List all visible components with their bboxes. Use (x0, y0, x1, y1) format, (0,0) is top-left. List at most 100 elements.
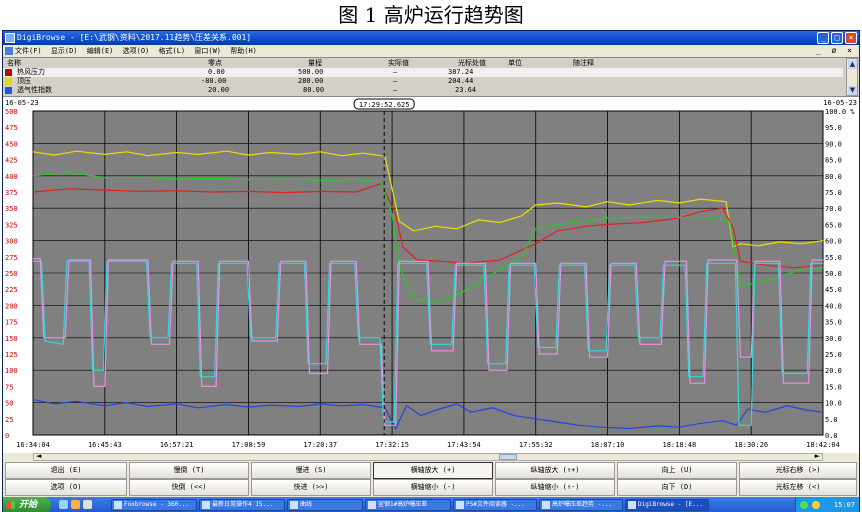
x-tick-label: 18:07:10 (591, 441, 625, 449)
exit-button[interactable]: 退出 (E) (5, 462, 127, 479)
network-icon[interactable] (800, 501, 808, 509)
legend-row[interactable]: 热风压力 0.00 500.00 — 387.24 (3, 68, 843, 77)
taskbar-item[interactable]: PS#文件阅读器 -... (453, 499, 537, 511)
legend-header-name: 名称 (7, 59, 21, 67)
menu-window[interactable]: 窗口(W) (194, 47, 221, 55)
app-icon (628, 501, 636, 509)
taskbar-item-label: 宣钢1#高炉曝压差 (378, 501, 428, 508)
menu-file[interactable]: 文件(F) (15, 47, 42, 55)
y-left-tick-label: 375 (5, 189, 18, 197)
taskbar-item[interactable]: 高炉曝压差趋势 -... (539, 499, 623, 511)
x-tick-label: 16:34:04 (16, 441, 50, 449)
menu-help[interactable]: 帮助(H) (230, 47, 257, 55)
cursor-right-button[interactable]: 光标右移 (>) (739, 462, 857, 479)
y-right-tick-label: 10.0 (825, 400, 842, 408)
taskbar-item[interactable]: 曲线 (287, 499, 363, 511)
scroll-thumb[interactable] (499, 454, 517, 460)
zoom-y-in-button[interactable]: 纵轴放大 (↑+) (495, 462, 615, 479)
taskbar-item[interactable]: Foxbrowse - 360... (111, 499, 197, 511)
legend-header-actual: 实际值 (388, 59, 409, 67)
y-left-tick-label: 225 (5, 286, 18, 294)
move-down-button[interactable]: 向下 (D) (617, 479, 737, 496)
menu-bar: 文件(F) 显示(D) 编辑(E) 选项(O) 格式(L) 窗口(W) 帮助(H… (3, 45, 859, 57)
document-icon (5, 47, 13, 55)
end-date-label: 16-05-23 (823, 99, 857, 107)
y-left-tick-label: 400 (5, 173, 18, 181)
app-icon (542, 501, 550, 509)
legend-panel: 名称 零点 量程 实际值 光标处值 单位 随注释 热风压力 0.00 500.0… (3, 57, 859, 97)
y-right-tick-label: 95.0 (825, 124, 842, 132)
cursor-left-button[interactable]: 光标左移 (<) (739, 479, 857, 496)
app-window: DigiBrowse - [E:\武钢\资料\2017.11趋势\压差关系.00… (2, 30, 860, 512)
x-tick-label: 17:08:59 (232, 441, 266, 449)
legend-zero: -80.00 (201, 77, 227, 85)
start-label: 开始 (19, 500, 38, 510)
clock: 15:07 (833, 501, 855, 509)
taskbar-item-label: Foxbrowse - 360... (124, 501, 190, 508)
maximize-button[interactable]: □ (831, 32, 843, 44)
move-up-button[interactable]: 向上 (U) (617, 462, 737, 479)
legend-zero: 20.00 (208, 86, 230, 94)
y-left-tick-label: 50 (5, 400, 13, 408)
minimize-button[interactable]: _ (817, 32, 829, 44)
show-desktop-icon[interactable] (59, 500, 68, 509)
menu-options[interactable]: 选项(O) (123, 47, 150, 55)
menu-format[interactable]: 格式(L) (159, 47, 186, 55)
options-button[interactable]: 选项 (O) (5, 479, 127, 496)
title-bar[interactable]: DigiBrowse - [E:\武钢\资料\2017.11趋势\压差关系.00… (3, 31, 859, 45)
x-tick-label: 17:32:15 (375, 441, 409, 449)
start-date-label: 16-05-23 (5, 99, 39, 107)
time-scrollbar[interactable]: ◄ ► (33, 452, 823, 461)
y-right-tick-label: 30.0 (825, 335, 842, 343)
y-left-tick-label: 350 (5, 205, 18, 213)
legend-header-unit: 单位 (508, 59, 522, 67)
trend-chart[interactable]: 16-05-23 16-05-23 16:34:04 16:45:43 16:57:21… (3, 97, 859, 453)
menu-edit[interactable]: 编辑(E) (87, 47, 114, 55)
explorer-quicklaunch-icon[interactable] (83, 500, 92, 509)
legend-row[interactable]: 透气性指数 20.00 80.00 — 23.64 (3, 86, 843, 95)
x-tick-label: 16:45:43 (88, 441, 122, 449)
zoom-x-out-button[interactable]: 横轴缩小 (-) (373, 479, 493, 496)
legend-span: 280.00 (298, 77, 324, 85)
y-left-tick-label: 125 (5, 351, 18, 359)
x-tick-label: 18:30:26 (734, 441, 768, 449)
legend-scrollbar[interactable]: ▲ ▼ (846, 58, 858, 96)
scroll-down-icon[interactable]: ▼ (848, 86, 857, 95)
legend-actual: — (393, 68, 398, 76)
y-right-tick-label: 80.0 (825, 173, 842, 181)
scroll-left-icon[interactable]: ◄ (36, 452, 41, 460)
taskbar: 开始 Foxbrowse - 360... 最新日常操作4 15... 曲线 宣… (3, 497, 859, 512)
volume-icon[interactable] (812, 501, 820, 509)
app-icon (114, 501, 122, 509)
y-right-tick-label: 25.0 (825, 351, 842, 359)
taskbar-item[interactable]: 最新日常操作4 15... (199, 499, 285, 511)
legend-row[interactable]: 顶压 -80.00 280.00 — 204.44 (3, 77, 843, 86)
app-icon (202, 501, 210, 509)
y-left-tick-label: 300 (5, 238, 18, 246)
legend-swatch (5, 78, 12, 85)
mdi-controls[interactable]: _ ø × (816, 45, 855, 57)
taskbar-item-label: 高炉曝压差趋势 -... (552, 501, 613, 508)
trend-plot-area[interactable]: 16-05-23 16-05-23 16:34:04 16:45:43 16:57:21… (3, 97, 859, 453)
slow-back-button[interactable]: 慢倒 (T) (129, 462, 249, 479)
legend-actual: — (393, 77, 398, 85)
control-button-panel: 退出 (E) 慢倒 (T) 慢进 (S) 横轴放大 (+) 纵轴放大 (↑+) … (3, 461, 859, 497)
legend-actual: — (393, 86, 398, 94)
zoom-x-in-button[interactable]: 横轴放大 (+) (373, 462, 493, 479)
zoom-y-out-button[interactable]: 纵轴缩小 (↑-) (495, 479, 615, 496)
close-button[interactable]: × (845, 32, 857, 44)
x-tick-label: 18:42:04 (806, 441, 840, 449)
scroll-up-icon[interactable]: ▲ (848, 60, 857, 69)
menu-view[interactable]: 显示(D) (51, 47, 78, 55)
start-button[interactable]: 开始 (3, 497, 51, 512)
fast-back-button[interactable]: 快倒 (<<) (129, 479, 249, 496)
taskbar-item[interactable]: 宣钢1#高炉曝压差 (365, 499, 451, 511)
scroll-right-icon[interactable]: ► (815, 452, 820, 460)
y-left-tick-label: 325 (5, 221, 18, 229)
browser-quicklaunch-icon[interactable] (71, 500, 80, 509)
taskbar-item-active[interactable]: DigiBrowse - [E... (625, 499, 709, 511)
x-tick-label: 17:20:37 (303, 441, 337, 449)
y-right-tick-label: 85.0 (825, 157, 842, 165)
fast-forward-button[interactable]: 快进 (>>) (251, 479, 371, 496)
slow-forward-button[interactable]: 慢进 (S) (251, 462, 371, 479)
